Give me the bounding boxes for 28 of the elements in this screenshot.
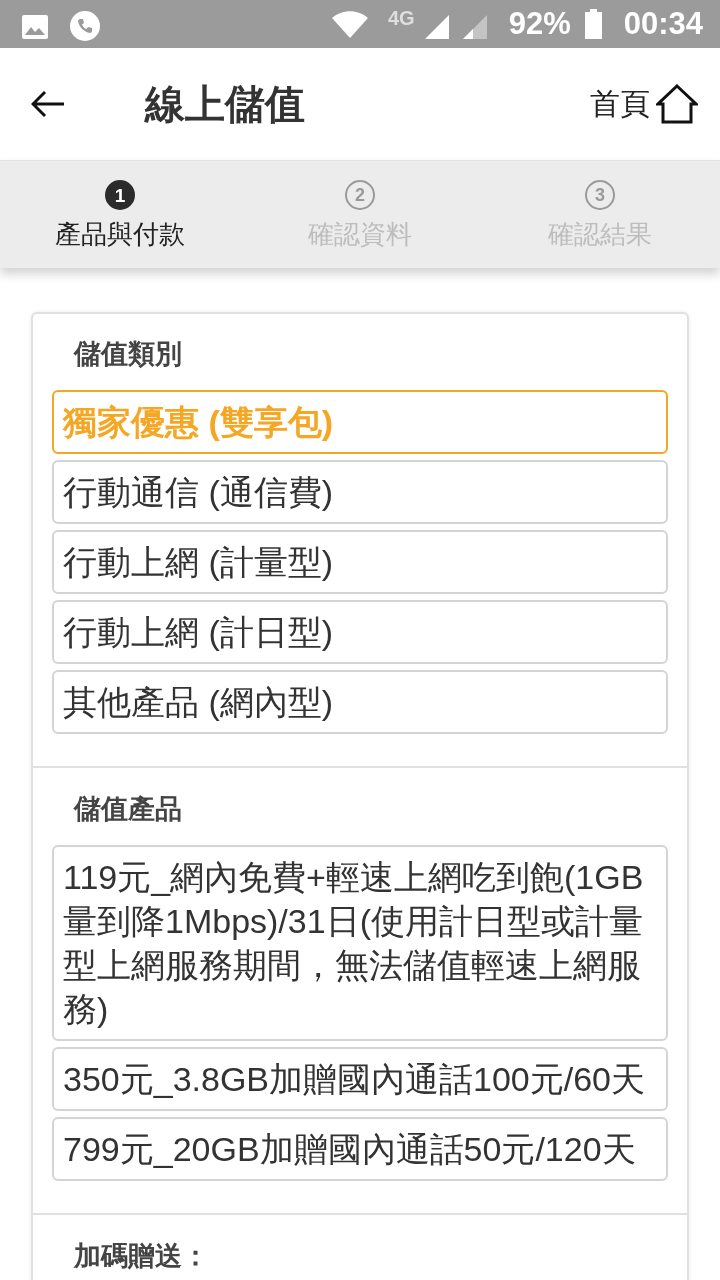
step-number: 3 — [585, 180, 615, 210]
section-heading: 加碼贈送： — [72, 1241, 210, 1271]
option-button[interactable]: 799元_20GB加贈國內通話50元/120天 — [52, 1117, 668, 1181]
image-icon — [22, 15, 48, 39]
step-tab[interactable]: 1 產品與付款 — [0, 161, 240, 268]
step-label: 產品與付款 — [55, 219, 185, 249]
section-heading: 儲值產品 — [72, 794, 183, 824]
phone-icon — [70, 11, 100, 41]
section-heading: 儲值類別 — [72, 339, 183, 369]
home-icon — [656, 84, 698, 124]
option-button[interactable]: 行動上網 (計量型) — [52, 530, 668, 594]
battery-icon — [584, 9, 602, 39]
signal-icon — [462, 15, 487, 39]
back-arrow-icon — [31, 90, 65, 118]
signal-icon — [424, 15, 449, 39]
option-button[interactable]: 350元_3.8GB加贈國內通話100元/60天 — [52, 1047, 668, 1111]
clock-time: 00:34 — [623, 6, 703, 42]
home-link[interactable]: 首頁 — [590, 84, 698, 124]
option-button[interactable]: 其他產品 (網內型) — [52, 670, 668, 734]
network-type: 4G — [387, 6, 415, 30]
option-button[interactable]: 119元_網內免費+輕速上網吃到飽(1GB量到降1Mbps)/31日(使用計日型或計量型上網服務期間，無法儲值輕速上網服務) — [52, 845, 668, 1041]
page-title: 線上儲值 — [145, 81, 305, 128]
step-number: 2 — [345, 180, 375, 210]
battery-percent: 92% — [508, 6, 571, 42]
option-button[interactable]: 行動上網 (計日型) — [52, 600, 668, 664]
wifi-icon — [331, 10, 368, 38]
option-button[interactable]: 行動通信 (通信費) — [52, 460, 668, 524]
step-number: 1 — [105, 180, 135, 210]
